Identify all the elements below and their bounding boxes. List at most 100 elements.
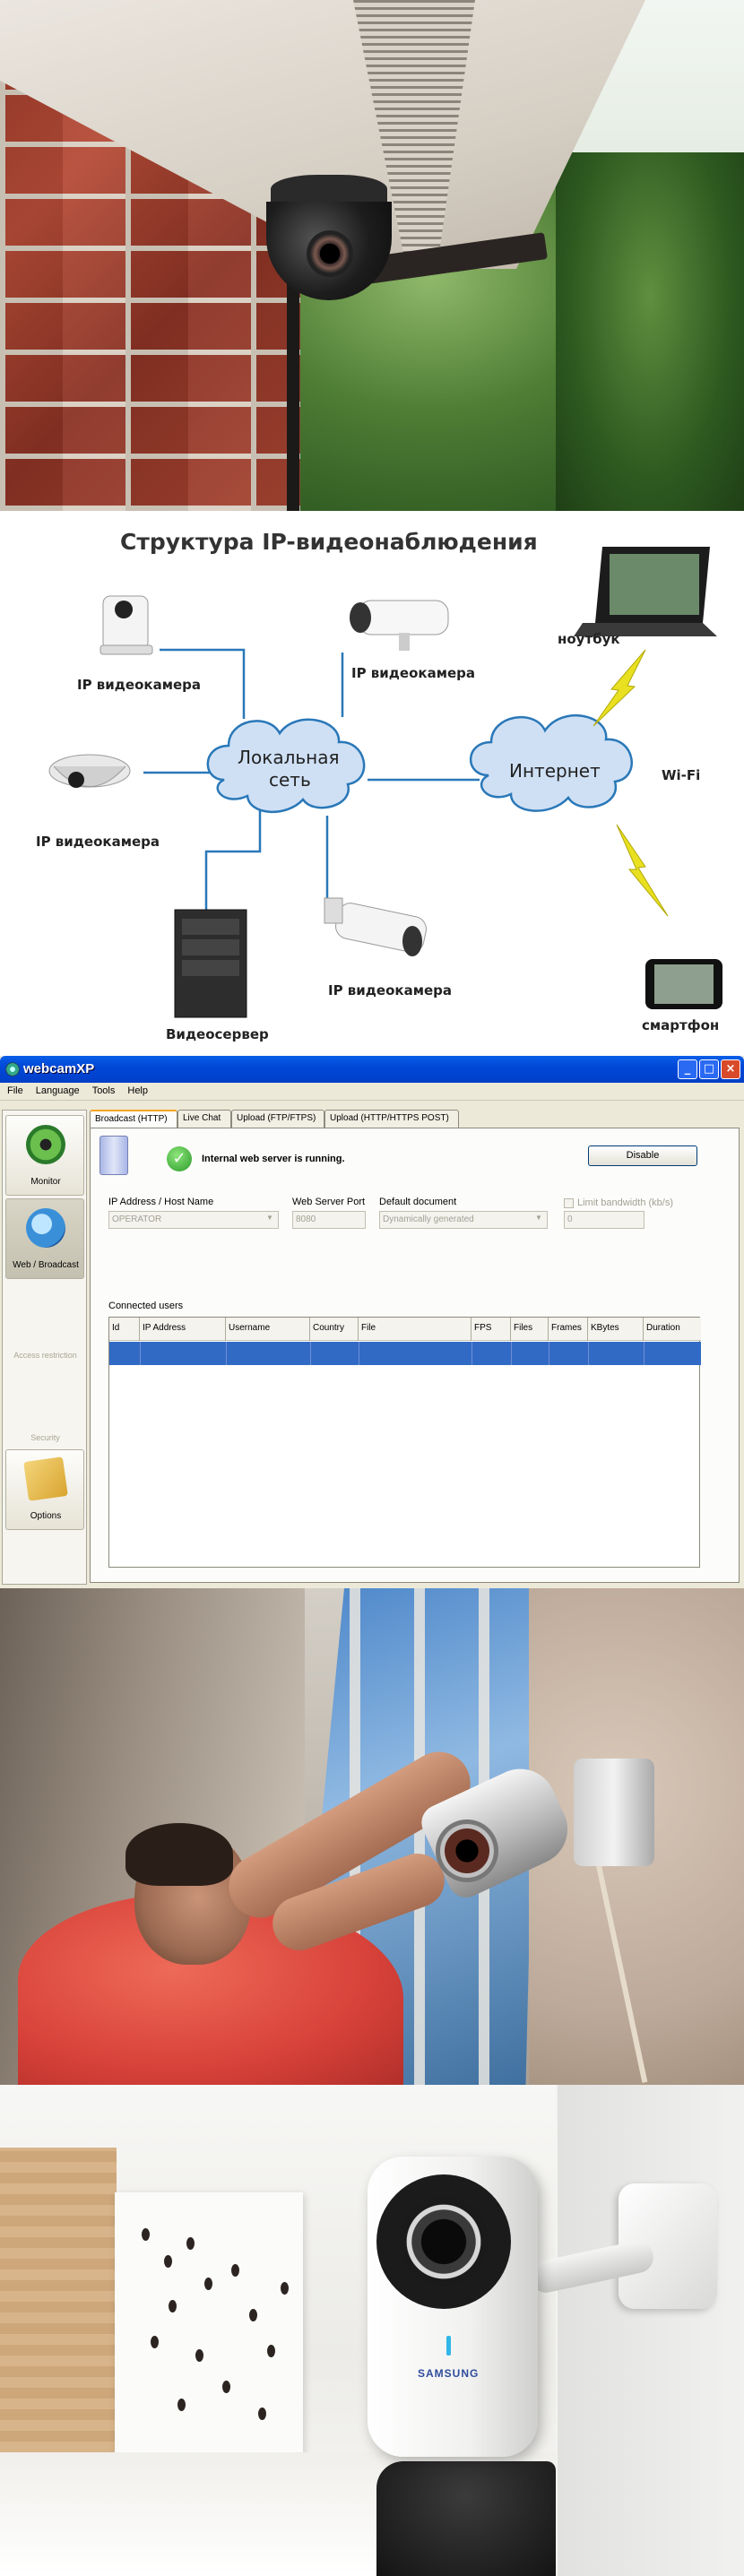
default-document-value: Dynamically generated bbox=[383, 1215, 474, 1224]
menu-help[interactable]: Help bbox=[120, 1083, 153, 1096]
wood-wall bbox=[0, 2148, 117, 2452]
col-fps[interactable]: FPS bbox=[471, 1318, 511, 1341]
tab-upload-http-post[interactable]: Upload (HTTP/HTTPS POST) bbox=[324, 1110, 459, 1128]
sidebar-monitor-label: Monitor bbox=[30, 1177, 61, 1187]
col-kbytes[interactable]: KBytes bbox=[588, 1318, 644, 1341]
ip-host-value: OPERATOR bbox=[112, 1215, 162, 1224]
col-ip-address[interactable]: IP Address bbox=[140, 1318, 226, 1341]
maximize-button[interactable]: □ bbox=[699, 1059, 719, 1079]
dark-sofa bbox=[376, 2461, 556, 2576]
label-ipcam-top-left: IP видеокамера bbox=[77, 677, 201, 693]
default-document-label: Default document bbox=[379, 1197, 457, 1207]
video-server-icon bbox=[174, 909, 247, 1018]
close-button[interactable]: × bbox=[721, 1059, 740, 1079]
col-duration[interactable]: Duration bbox=[644, 1318, 701, 1341]
wifi-bolt-top bbox=[593, 649, 646, 727]
col-country[interactable]: Country bbox=[310, 1318, 359, 1341]
broadcast-panel: ✓ Internal web server is running. Disabl… bbox=[90, 1128, 740, 1583]
clipboard-icon bbox=[23, 1457, 68, 1501]
monitor-eye-icon bbox=[26, 1125, 65, 1164]
title-bar: webcamXP _ □ × bbox=[0, 1056, 744, 1083]
limit-bandwidth-value: 0 bbox=[567, 1215, 573, 1224]
ip-host-select[interactable]: OPERATOR ▼ bbox=[108, 1211, 279, 1229]
web-server-port-input[interactable]: 8080 bbox=[292, 1211, 366, 1229]
tab-broadcast-http[interactable]: Broadcast (HTTP) bbox=[90, 1110, 177, 1128]
menu-file[interactable]: File bbox=[0, 1083, 29, 1096]
sidebar-access-restriction[interactable]: Access restriction bbox=[3, 1351, 88, 1360]
installer-photo bbox=[0, 1588, 744, 2085]
right-wall bbox=[558, 2085, 744, 2576]
connected-users-label: Connected users bbox=[108, 1301, 184, 1311]
tab-live-chat[interactable]: Live Chat bbox=[177, 1110, 231, 1128]
webcamxp-window: webcamXP _ □ × File Language Tools Help Mon… bbox=[0, 1056, 744, 1588]
partition-hole bbox=[231, 2264, 239, 2277]
web-server-port-value: 8080 bbox=[296, 1215, 316, 1224]
trees-right bbox=[556, 152, 744, 511]
row-separator bbox=[310, 1342, 311, 1365]
menu-tools[interactable]: Tools bbox=[85, 1083, 121, 1096]
ipcam-bullet-bottom-icon bbox=[324, 897, 427, 956]
col-id[interactable]: Id bbox=[109, 1318, 140, 1341]
limit-bandwidth-input[interactable]: 0 bbox=[564, 1211, 645, 1229]
row-separator bbox=[226, 1342, 227, 1365]
web-server-port-label: Web Server Port bbox=[292, 1197, 366, 1207]
menu-language[interactable]: Language bbox=[29, 1083, 85, 1096]
perforated-partition bbox=[115, 2192, 303, 2461]
technician-hair bbox=[125, 1823, 233, 1886]
label-laptop: ноутбук bbox=[558, 631, 620, 647]
drain-pipe bbox=[287, 269, 299, 511]
label-lan-line2: сеть bbox=[269, 769, 311, 791]
line-server bbox=[204, 807, 262, 912]
label-ipcam-left: IP видеокамера bbox=[36, 834, 160, 850]
smartphone-icon bbox=[645, 959, 722, 1009]
dome-camera-photo bbox=[0, 0, 744, 511]
sidebar-web-broadcast-label: Web / Broadcast bbox=[13, 1260, 79, 1270]
connected-users-table[interactable]: Id IP Address Username Country File FPS … bbox=[108, 1317, 701, 1568]
wifi-bolt-bottom bbox=[616, 824, 669, 917]
label-wifi: Wi-Fi bbox=[662, 767, 701, 783]
col-files[interactable]: Files bbox=[511, 1318, 549, 1341]
col-username[interactable]: Username bbox=[226, 1318, 310, 1341]
col-frames[interactable]: Frames bbox=[549, 1318, 588, 1341]
dome-camera bbox=[262, 175, 396, 300]
sidebar-options-button[interactable]: Options bbox=[5, 1449, 84, 1530]
status-led bbox=[446, 2336, 451, 2356]
table-header: Id IP Address Username Country File FPS … bbox=[109, 1318, 701, 1341]
col-file[interactable]: File bbox=[359, 1318, 471, 1341]
row-separator bbox=[588, 1342, 589, 1365]
ipcam-bullet-icon bbox=[350, 600, 449, 651]
partition-hole bbox=[142, 2228, 150, 2241]
sidebar-options-label: Options bbox=[30, 1511, 62, 1521]
disable-button[interactable]: Disable bbox=[588, 1145, 697, 1166]
label-ipcam-bottom: IP видеокамера bbox=[328, 982, 452, 998]
server-status: Internal web server is running. bbox=[202, 1154, 345, 1164]
default-document-select[interactable]: Dynamically generated ▼ bbox=[379, 1211, 548, 1229]
tab-upload-ftp[interactable]: Upload (FTP/FTPS) bbox=[231, 1110, 324, 1128]
camera-wall-mount bbox=[574, 1759, 654, 1866]
ipcam-dome-icon bbox=[48, 754, 131, 788]
diagram-title: Структура IP-видеонаблюдения bbox=[120, 529, 538, 555]
ip-host-label: IP Address / Host Name bbox=[108, 1197, 214, 1207]
sidebar-security[interactable]: Security bbox=[3, 1433, 88, 1442]
table-row[interactable] bbox=[109, 1342, 701, 1365]
label-lan-line1: Локальная bbox=[238, 747, 340, 768]
limit-bandwidth-checkbox[interactable] bbox=[564, 1198, 574, 1208]
check-icon: ✓ bbox=[167, 1146, 192, 1171]
row-separator bbox=[140, 1342, 141, 1365]
webcamxp-app-icon bbox=[5, 1062, 20, 1076]
sidebar-monitor-button[interactable]: Monitor bbox=[5, 1115, 84, 1196]
camera-lens-icon bbox=[307, 230, 353, 277]
web-server-icon bbox=[99, 1136, 128, 1175]
partition-hole bbox=[151, 2336, 159, 2348]
sidebar-web-broadcast-button[interactable]: Web / Broadcast bbox=[5, 1198, 84, 1279]
chevron-down-icon: ▼ bbox=[535, 1214, 542, 1222]
label-ipcam-top-mid: IP видеокамера bbox=[351, 665, 475, 681]
limit-bandwidth-label: Limit bandwidth (kb/s) bbox=[577, 1197, 673, 1208]
camera-lens-icon bbox=[399, 2197, 489, 2286]
menu-bar: File Language Tools Help bbox=[0, 1083, 744, 1101]
diagram-graphics bbox=[48, 547, 722, 1018]
partition-hole bbox=[195, 2349, 203, 2362]
minimize-button[interactable]: _ bbox=[678, 1059, 697, 1079]
ipcam-box-icon bbox=[99, 595, 153, 655]
partition-hole bbox=[267, 2345, 275, 2357]
